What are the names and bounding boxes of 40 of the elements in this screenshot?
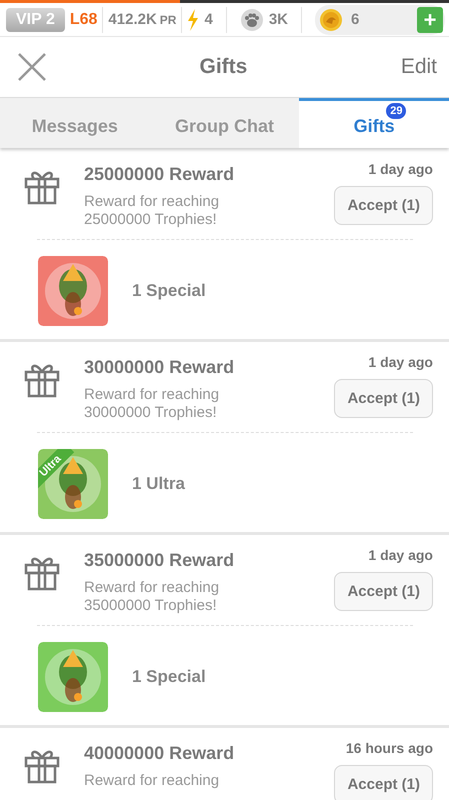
gift-icon bbox=[24, 362, 60, 398]
coin-icon bbox=[319, 8, 343, 32]
gift-title: 40000000 Reward bbox=[84, 743, 236, 764]
item-label: 1 Ultra bbox=[132, 474, 185, 494]
accept-button[interactable]: Accept (1) bbox=[334, 572, 433, 611]
gift-icon bbox=[24, 169, 60, 205]
count-badge: 29 bbox=[386, 103, 406, 119]
gift-icon bbox=[24, 555, 60, 591]
gift-title: 35000000 Reward bbox=[84, 550, 236, 571]
gift-title: 30000000 Reward bbox=[84, 357, 236, 378]
tab[interactable]: Group Chat bbox=[150, 98, 300, 148]
energy-value: 4 bbox=[204, 11, 213, 28]
lightning-icon bbox=[187, 8, 200, 30]
gift-time: 1 day ago bbox=[368, 354, 433, 370]
tab[interactable]: Messages bbox=[0, 98, 150, 148]
paw-value: 3K bbox=[268, 11, 288, 28]
item-label: 1 Special bbox=[132, 667, 206, 687]
close-icon[interactable] bbox=[18, 53, 46, 81]
item-label: 1 Special bbox=[132, 281, 206, 301]
accept-button[interactable]: Accept (1) bbox=[334, 379, 433, 418]
edit-button[interactable]: Edit bbox=[400, 55, 437, 79]
gift-description: Reward for reaching 35000000 Trophies! bbox=[84, 579, 220, 615]
player-level: L68 bbox=[70, 10, 98, 28]
power-value: 412.2K bbox=[108, 11, 157, 28]
power-unit: PR bbox=[160, 12, 176, 26]
accept-button[interactable]: Accept (1) bbox=[334, 186, 433, 225]
gift-time: 16 hours ago bbox=[346, 740, 433, 756]
gift-title: 25000000 Reward bbox=[84, 164, 236, 185]
gift-description: Reward for reaching bbox=[84, 772, 220, 790]
gift-time: 1 day ago bbox=[368, 161, 433, 177]
coin-value: 6 bbox=[351, 11, 360, 28]
add-coins-button[interactable]: + bbox=[417, 6, 443, 32]
gift-icon bbox=[24, 748, 60, 784]
gift-description: Reward for reaching 25000000 Trophies! bbox=[84, 193, 220, 229]
gift-description: Reward for reaching 30000000 Trophies! bbox=[84, 386, 220, 422]
tab[interactable]: Gifts 29 bbox=[299, 98, 449, 148]
page-title: Gifts bbox=[199, 55, 248, 79]
accept-button[interactable]: Accept (1) bbox=[334, 765, 433, 800]
paw-icon bbox=[240, 8, 264, 32]
gift-time: 1 day ago bbox=[368, 547, 433, 563]
